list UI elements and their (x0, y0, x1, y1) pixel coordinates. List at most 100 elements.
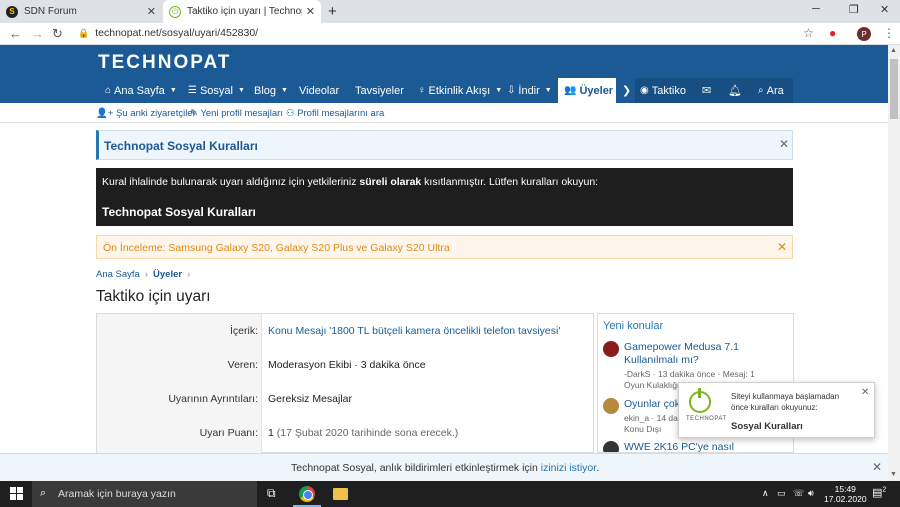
tray-chevron-icon[interactable]: ∧ (762, 488, 769, 499)
file-explorer-icon[interactable] (333, 488, 348, 500)
notification-icon[interactable]: ▤2 (872, 486, 886, 499)
site-logo[interactable]: TECHNOPAT (98, 52, 231, 74)
nav-label: Tavsiyeler (355, 84, 404, 97)
close-icon[interactable]: ✕ (779, 137, 789, 151)
bookmark-star-icon[interactable]: ☆ (803, 26, 814, 40)
close-window-icon[interactable]: ✕ (880, 3, 889, 16)
nav-blog[interactable]: Blog ▼ (254, 78, 288, 103)
close-icon[interactable]: ✕ (872, 460, 882, 474)
scrollbar-thumb[interactable] (890, 59, 898, 119)
nav-uyeler[interactable]: 👥 Üyeler (558, 78, 616, 103)
battery-icon[interactable]: ▭ (777, 488, 786, 499)
inbox-icon[interactable]: ✉ (702, 78, 711, 103)
row-label-content: İçerik: (229, 325, 258, 337)
bell-icon[interactable]: 🔔︎ (728, 78, 742, 103)
thread-title[interactable]: Gamepower Medusa 7.1 Kullanılmalı mı? (624, 341, 789, 367)
row-value-details: Gereksiz Mesajlar (268, 393, 353, 405)
volume-icon[interactable]: 🔊︎ (808, 488, 814, 499)
popup-rules-link[interactable]: Sosyal Kuralları (731, 421, 803, 432)
avatar[interactable] (603, 341, 619, 357)
rules-notice-title[interactable]: Technopat Sosyal Kuralları (104, 139, 258, 153)
restore-icon[interactable]: ❐ (849, 3, 859, 16)
new-tab-icon[interactable]: + (328, 3, 337, 20)
bulb-icon: ♀ (418, 85, 426, 96)
tab-close-icon[interactable]: ✕ (306, 5, 315, 18)
avatar[interactable] (603, 441, 619, 452)
nav-label: İndir (518, 84, 540, 97)
minimize-icon[interactable]: ─ (812, 3, 820, 15)
preview-notice: Ön İnceleme: Samsung Galaxy S20, Galaxy … (96, 235, 793, 259)
restriction-text: kısıtlanmıştır. Lütfen kuralları okuyun: (421, 176, 599, 188)
search-label: Ara (766, 84, 784, 97)
user-avatar-icon: ◉ (640, 85, 649, 96)
nav-scroll-right-icon[interactable]: ❯ (622, 78, 631, 103)
sdn-favicon-icon: S (6, 5, 18, 18)
tab-title: SDN Forum (24, 6, 77, 17)
opera-extension-icon[interactable]: ● (829, 26, 836, 40)
nav-label: Üyeler (579, 84, 614, 97)
taskbar-search-placeholder: Aramak için buraya yazın (58, 488, 176, 500)
nav-ana-sayfa[interactable]: ⌂ Ana Sayfa ▼ (105, 78, 177, 103)
preview-notice-text[interactable]: Ön İnceleme: Samsung Galaxy S20, Galaxy … (103, 242, 450, 254)
close-icon[interactable]: ✕ (861, 387, 869, 398)
thread-title[interactable]: WWE 2K16 PC'ye nasıl indirilebilir? (624, 441, 789, 452)
subnav-current-visitors[interactable]: 👤+ Şu anki ziyaretçiler (96, 108, 196, 119)
menu-dots-icon[interactable]: ⋮ (883, 26, 895, 40)
nav-tavsiyeler[interactable]: Tavsiyeler (355, 78, 404, 103)
thread-forum[interactable]: Konu Dışı (624, 424, 661, 434)
forward-icon[interactable]: → (31, 26, 44, 41)
back-icon[interactable]: ← (9, 26, 22, 41)
tab-close-icon[interactable]: ✕ (147, 5, 156, 18)
scroll-up-icon[interactable]: ▲ (890, 47, 897, 54)
windows-taskbar: ⌕ Aramak için buraya yazın ⧉ ∧ ▭ ☏ 🔊︎ 15… (0, 481, 900, 507)
chevron-right-icon: › (144, 269, 149, 280)
popup-message: Siteyi kullanmaya başlamadan önce kurall… (731, 392, 840, 412)
network-icon[interactable]: ☏ (793, 488, 804, 499)
subnav-label: Yeni profil mesajları (200, 108, 283, 119)
caret-down-icon: ▼ (281, 87, 288, 94)
push-text-end: . (596, 462, 600, 474)
nav-videolar[interactable]: Videolar (299, 78, 339, 103)
breadcrumb-home[interactable]: Ana Sayfa (96, 269, 140, 280)
page-scrollbar[interactable]: ▲ ▼ (888, 45, 900, 481)
nav-search[interactable]: ⌕ Ara (758, 78, 784, 103)
nav-label: Videolar (299, 84, 340, 97)
caret-down-icon: ▼ (238, 87, 245, 94)
profile-avatar[interactable]: P (857, 27, 871, 41)
row-label-details: Uyarının Ayrıntıları: (168, 393, 258, 405)
username: Taktiko (651, 84, 686, 97)
nav-sosyal[interactable]: ☰ Sosyal ▼ (188, 78, 245, 103)
caret-down-icon: ▼ (544, 87, 552, 94)
nav-label: Etkinlik Akışı (428, 84, 491, 97)
technopat-power-icon (689, 388, 711, 413)
nav-user-taktiko[interactable]: ◉ Taktiko (640, 78, 686, 103)
url-field[interactable]: 🔒 technopat.net/sosyal/uyari/452830/ (78, 27, 258, 39)
avatar[interactable] (603, 398, 619, 414)
tab-sdn-forum[interactable]: S SDN Forum ✕ (0, 0, 162, 23)
close-icon[interactable]: ✕ (777, 240, 787, 254)
thread-forum[interactable]: Oyun Kulaklığı (624, 380, 679, 390)
subnav-label: Profil mesajlarını ara (297, 108, 385, 119)
taskbar-search[interactable]: ⌕ Aramak için buraya yazın (32, 481, 257, 507)
row-value-content[interactable]: Konu Mesajı '1800 TL bütçeli kamera önce… (268, 325, 560, 337)
subnav-new-profile-posts[interactable]: ✎ Yeni profil mesajları (190, 108, 283, 119)
warning-details: İçerik: Konu Mesajı '1800 TL bütçeli kam… (96, 313, 594, 454)
nav-etkinlik-akisi[interactable]: ♀ Etkinlik Akışı ▼ (418, 78, 502, 103)
push-permission-link[interactable]: izinizi istiyor (541, 462, 596, 474)
reload-icon[interactable]: ↻ (52, 26, 63, 42)
home-icon: ⌂ (105, 85, 112, 96)
taskbar-clock[interactable]: 15:49 17.02.2020 (824, 484, 867, 504)
restriction-rules-title[interactable]: Technopat Sosyal Kuralları (102, 205, 256, 219)
chrome-taskbar-icon[interactable] (299, 486, 315, 502)
windows-start-icon[interactable] (10, 487, 24, 501)
scroll-down-icon[interactable]: ▼ (890, 471, 897, 478)
rules-notice: Technopat Sosyal Kuralları ✕ (96, 130, 793, 160)
nav-indir[interactable]: ⇩ İndir ▼ (507, 78, 552, 103)
sidebar-heading[interactable]: Yeni konular (603, 320, 663, 332)
clock-time: 15:49 (834, 484, 856, 494)
subnav-search-profile-posts[interactable]: ⚇ Profil mesajlarını ara (286, 108, 384, 119)
tab-technopat[interactable]: ⏻ Taktiko için uyarı | Technopat Sos ✕ (163, 0, 321, 23)
task-view-icon[interactable]: ⧉ (267, 486, 276, 501)
browser-tabbar: S SDN Forum ✕ ⏻ Taktiko için uyarı | Tec… (0, 0, 900, 23)
breadcrumb-members[interactable]: Üyeler (153, 269, 182, 280)
